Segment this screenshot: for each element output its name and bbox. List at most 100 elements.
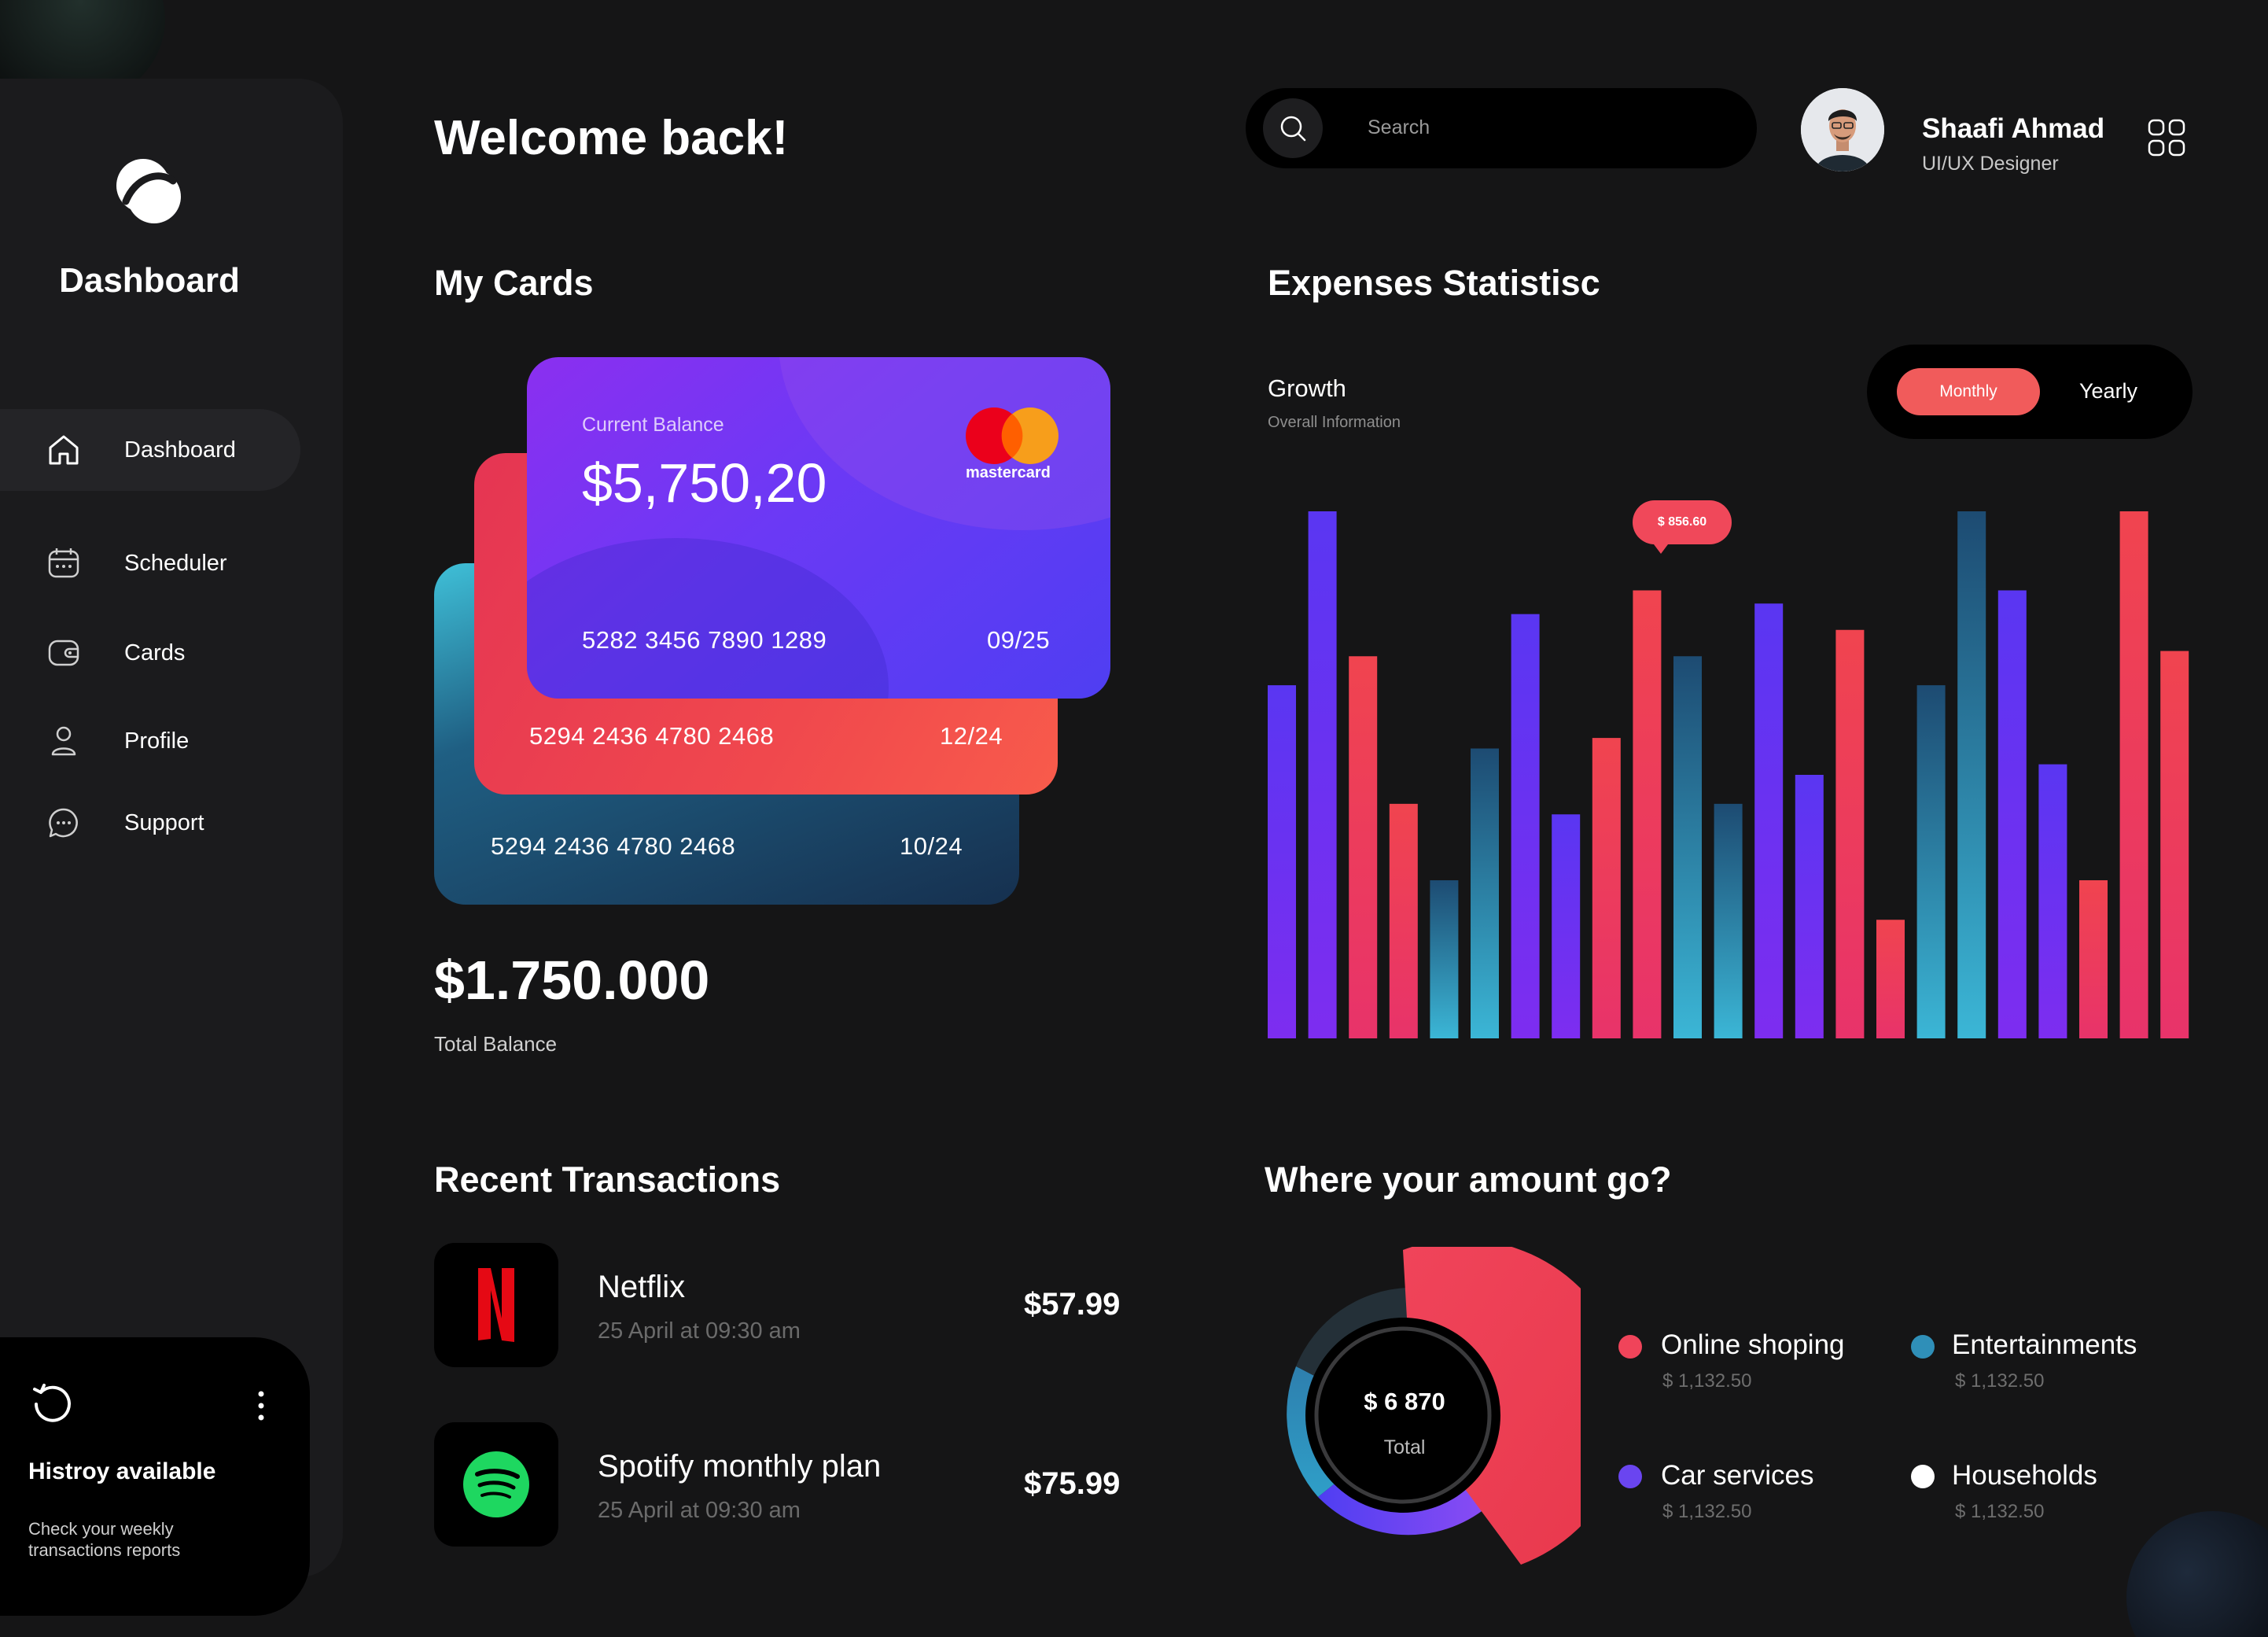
sidebar-item-scheduler[interactable]: Scheduler (0, 522, 300, 604)
chart-bar[interactable] (1835, 629, 1865, 1038)
user-name: Shaafi Ahmad (1922, 113, 2105, 144)
chart-tooltip-tail (1651, 541, 1670, 554)
chart-bar[interactable] (1389, 803, 1418, 1038)
card-expiry: 09/25 (987, 626, 1051, 654)
chart-bar[interactable] (1997, 590, 2027, 1039)
credit-card-primary[interactable]: Current Balance $5,750,20 mastercard 528… (527, 357, 1110, 699)
chart-bar[interactable] (1430, 880, 1459, 1038)
total-balance: $1.750.000 (434, 949, 710, 1011)
expenses-bar-chart (1268, 511, 2189, 1039)
sidebar-item-label: Dashboard (124, 437, 236, 463)
chart-bar[interactable] (1552, 814, 1581, 1038)
transaction-date: 25 April at 09:30 am (598, 1318, 801, 1344)
transactions-title: Recent Transactions (434, 1160, 781, 1200)
chart-bar[interactable] (1916, 685, 1946, 1038)
sidebar-item-dashboard[interactable]: Dashboard (0, 409, 300, 491)
card-expiry: 12/24 (940, 722, 1003, 750)
history-title: Histroy available (28, 1458, 216, 1484)
user-icon (51, 726, 76, 756)
transaction-amount: $75.99 (1024, 1466, 1121, 1501)
chart-bar[interactable] (2079, 880, 2108, 1038)
chart-bar[interactable] (1633, 590, 1662, 1039)
more-options-icon[interactable] (253, 1386, 269, 1425)
card-brand: mastercard (966, 464, 1051, 481)
legend-value: $ 1,132.50 (1955, 1370, 2045, 1392)
legend-label: Entertainments (1952, 1329, 2137, 1360)
legend-value: $ 1,132.50 (1955, 1501, 2045, 1522)
transaction-name: Spotify monthly plan (598, 1449, 882, 1484)
history-icon (33, 1384, 71, 1422)
chart-bar[interactable] (1876, 920, 1905, 1038)
donut-total-value: $ 6 870 (1364, 1388, 1445, 1415)
chart-bar[interactable] (1471, 748, 1499, 1039)
transaction-amount: $57.99 (1024, 1287, 1121, 1322)
chart-tooltip: $ 856.60 (1633, 500, 1732, 544)
avatar[interactable] (1801, 88, 1884, 171)
sidebar-title: Dashboard (59, 261, 240, 300)
transaction-date: 25 April at 09:30 am (598, 1498, 801, 1523)
sidebar-item-label: Support (124, 809, 204, 835)
chart-bar[interactable] (2119, 511, 2148, 1038)
legend-value: $ 1,132.50 (1662, 1370, 1752, 1392)
sidebar-item-profile[interactable]: Profile (0, 700, 300, 782)
chart-bar[interactable] (1511, 614, 1540, 1038)
apps-grid-icon[interactable] (2147, 118, 2186, 157)
legend-label: Online shoping (1661, 1329, 1845, 1360)
history-subtitle: Check your weekly transactions reports (28, 1519, 181, 1560)
legend-label: Households (1952, 1460, 2097, 1491)
chart-bar[interactable] (2160, 651, 2189, 1038)
my-cards-title: My Cards (434, 263, 594, 303)
sidebar-item-label: Cards (124, 640, 186, 665)
spotify-icon (434, 1422, 558, 1547)
search-icon (1280, 116, 1306, 142)
chart-bar[interactable] (1673, 656, 1702, 1038)
donut-total-label: Total (1383, 1436, 1426, 1458)
total-balance-label: Total Balance (434, 1032, 558, 1056)
sidebar-item-cards[interactable]: Cards (0, 612, 300, 694)
transaction-name: Netflix (598, 1270, 686, 1304)
netflix-icon (434, 1243, 558, 1367)
card-number: 5282 3456 7890 1289 (582, 626, 827, 654)
current-balance-label: Current Balance (582, 414, 724, 436)
growth-subtitle: Overall Information (1268, 414, 1401, 431)
expenses-title: Expenses Statistisc (1268, 263, 1600, 303)
sidebar-item-support[interactable]: Support (0, 782, 300, 864)
home-icon (49, 435, 79, 465)
chart-bar[interactable] (1349, 656, 1378, 1038)
legend-dot (1618, 1335, 1642, 1359)
chart-bar[interactable] (1268, 685, 1296, 1038)
card-decoration (527, 538, 889, 699)
legend-dot (1618, 1465, 1642, 1488)
sidebar-item-label: Scheduler (124, 550, 227, 576)
sidebar: Dashboard Dashboard Scheduler Cards Prof… (0, 79, 343, 1616)
yearly-tab[interactable]: Yearly (2079, 379, 2137, 404)
current-balance: $5,750,20 (582, 452, 827, 514)
period-toggle: Monthly Yearly (1867, 345, 2193, 439)
mastercard-logo-icon (966, 407, 1059, 464)
user-role: UI/UX Designer (1922, 153, 2059, 175)
chart-bar[interactable] (1714, 803, 1743, 1038)
card-number: 5294 2436 4780 2468 (491, 832, 736, 860)
chart-bar[interactable] (1754, 603, 1784, 1038)
legend-label: Car services (1661, 1460, 1814, 1491)
growth-label: Growth (1268, 374, 1346, 402)
legend-dot (1911, 1465, 1935, 1488)
app-logo-icon (116, 159, 181, 223)
search-input[interactable]: Search (1368, 116, 1430, 139)
chart-bar[interactable] (1592, 738, 1621, 1038)
calendar-icon (48, 548, 79, 578)
legend-dot (1911, 1335, 1935, 1359)
chart-bar[interactable] (1308, 511, 1337, 1038)
chart-bar[interactable] (1957, 511, 1986, 1038)
search-bar[interactable]: Search (1246, 88, 1757, 168)
chart-bar[interactable] (2038, 764, 2067, 1038)
decorative-orb (2126, 1511, 2268, 1637)
page-title: Welcome back! (434, 111, 789, 165)
history-panel[interactable]: Histroy available Check your weekly tran… (0, 1337, 310, 1616)
search-button[interactable] (1263, 98, 1323, 158)
sidebar-item-label: Profile (124, 728, 190, 754)
chat-icon (49, 808, 78, 838)
spending-title: Where your amount go? (1265, 1160, 1672, 1200)
chart-bar[interactable] (1795, 775, 1824, 1038)
monthly-tab[interactable]: Monthly (1897, 368, 2040, 415)
